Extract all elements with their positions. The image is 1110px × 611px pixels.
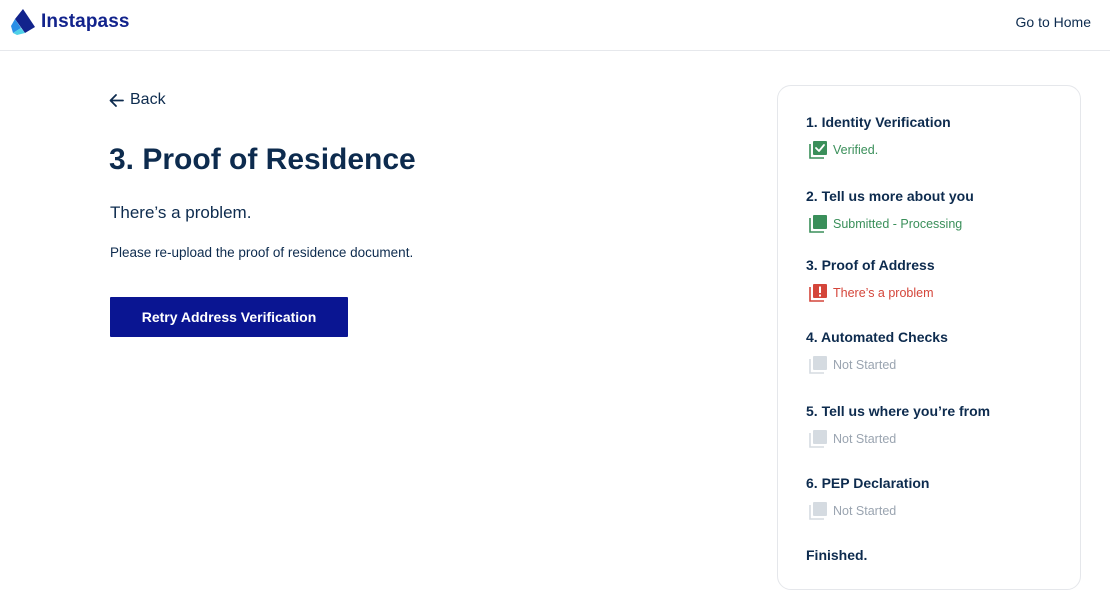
- filled-box-icon: [809, 215, 827, 233]
- step-title: 2. Tell us more about you: [806, 188, 974, 204]
- step-title: 4. Automated Checks: [806, 329, 948, 345]
- retry-address-verification-button[interactable]: Retry Address Verification: [110, 297, 348, 337]
- step-tell-us-where: 5. Tell us where you’re from Not Started: [806, 403, 991, 448]
- problem-subtitle: There’s a problem.: [110, 203, 252, 222]
- step-status: Not Started: [809, 355, 896, 374]
- step-title: 6. PEP Declaration: [806, 475, 930, 491]
- empty-box-icon: [809, 356, 827, 374]
- top-navbar: Instapass Go to Home: [0, 0, 1110, 51]
- empty-box-icon: [809, 430, 827, 448]
- exclamation-box-icon: [809, 284, 827, 302]
- step-identity-verification: 1. Identity Verification Verified.: [806, 114, 951, 159]
- step-tell-us-more: 2. Tell us more about you Submitted - Pr…: [806, 188, 974, 233]
- step-pep-declaration: 6. PEP Declaration Not Started: [806, 475, 930, 520]
- back-label: Back: [130, 91, 166, 108]
- finished-label: Finished.: [806, 547, 868, 563]
- logo-text: Instapass: [41, 11, 130, 32]
- status-text: Verified.: [833, 142, 879, 157]
- empty-box-icon: [809, 502, 827, 520]
- arrow-left-icon: [109, 93, 124, 107]
- step-title: 5. Tell us where you’re from: [806, 403, 991, 419]
- step-status: There’s a problem: [809, 283, 934, 302]
- step-status: Submitted - Processing: [809, 214, 962, 233]
- step-status: Not Started: [809, 429, 896, 448]
- status-text: Not Started: [833, 431, 897, 446]
- status-text: Not Started: [833, 503, 897, 518]
- step-proof-of-address: 3. Proof of Address There’s a problem: [806, 257, 935, 302]
- step-title: 3. Proof of Address: [806, 257, 935, 273]
- go-to-home-link[interactable]: Go to Home: [1016, 14, 1091, 30]
- status-text: There’s a problem: [833, 285, 934, 300]
- checked-box-icon: [809, 141, 827, 159]
- back-button[interactable]: Back: [109, 91, 166, 109]
- logo[interactable]: Instapass: [11, 9, 130, 35]
- instruction-text: Please re-upload the proof of residence …: [110, 245, 414, 260]
- status-text: Not Started: [833, 357, 897, 372]
- status-text: Submitted - Processing: [833, 216, 963, 231]
- progress-steps-panel: 1. Identity Verification Verified. 2. Te…: [777, 85, 1081, 590]
- step-title: 1. Identity Verification: [806, 114, 951, 130]
- instapass-logo-icon: [11, 9, 35, 35]
- page-title: 3. Proof of Residence: [109, 143, 416, 176]
- step-status: Verified.: [809, 140, 878, 159]
- step-automated-checks: 4. Automated Checks Not Started: [806, 329, 948, 374]
- step-status: Not Started: [809, 501, 896, 520]
